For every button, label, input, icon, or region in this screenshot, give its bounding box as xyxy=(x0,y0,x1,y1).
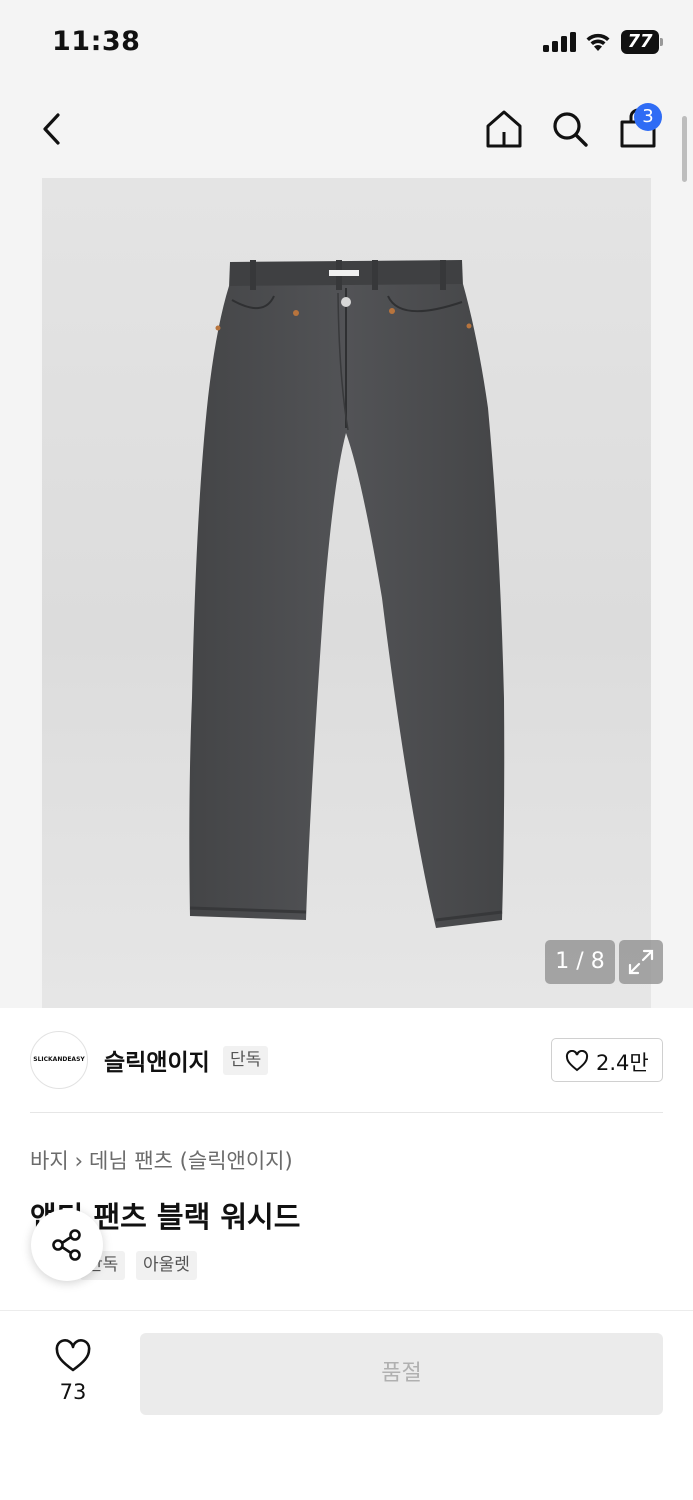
gallery-page-counter: 1 / 8 xyxy=(545,940,615,984)
breadcrumb: 바지 › 데님 팬츠 (슬릭앤이지) xyxy=(30,1145,293,1175)
battery-indicator: 77 xyxy=(621,30,663,54)
divider xyxy=(30,1112,663,1113)
breadcrumb-item[interactable]: 데님 팬츠 (슬릭앤이지) xyxy=(89,1149,293,1173)
status-time: 11:38 xyxy=(52,26,141,57)
expand-button[interactable] xyxy=(619,940,663,984)
expand-icon xyxy=(628,949,654,975)
heart-icon xyxy=(565,1050,589,1072)
jeans-image xyxy=(189,260,505,928)
divider xyxy=(0,1310,693,1311)
product-tag: 아울렛 xyxy=(136,1251,197,1280)
search-icon[interactable] xyxy=(551,110,589,148)
brand-like-count: 2.4만 xyxy=(596,1051,649,1075)
wishlist-heart-icon[interactable] xyxy=(54,1339,92,1373)
breadcrumb-item[interactable]: 바지 xyxy=(30,1149,69,1173)
wishlist-count: 73 xyxy=(59,1380,87,1404)
product-image[interactable] xyxy=(42,178,651,1008)
home-icon[interactable] xyxy=(484,108,524,150)
sold-out-button[interactable]: 품절 xyxy=(140,1333,663,1415)
brand-exclusive-badge: 단독 xyxy=(223,1046,269,1075)
cart-count-badge: 3 xyxy=(634,103,662,131)
back-icon[interactable] xyxy=(36,110,70,148)
battery-level: 77 xyxy=(627,31,653,52)
scroll-indicator[interactable] xyxy=(682,116,687,182)
chevron-right-icon: › xyxy=(74,1149,84,1173)
wifi-icon xyxy=(586,33,610,51)
brand-logo[interactable]: SLICKANDEASY xyxy=(30,1031,88,1089)
brand-like-button[interactable]: 2.4만 xyxy=(551,1038,663,1082)
share-button[interactable] xyxy=(31,1209,103,1281)
share-icon xyxy=(52,1229,81,1261)
cellular-signal-icon xyxy=(543,32,576,52)
brand-name[interactable]: 슬릭앤이지 xyxy=(104,1043,210,1077)
brand-logo-text: SLICKANDEASY xyxy=(33,1056,85,1063)
